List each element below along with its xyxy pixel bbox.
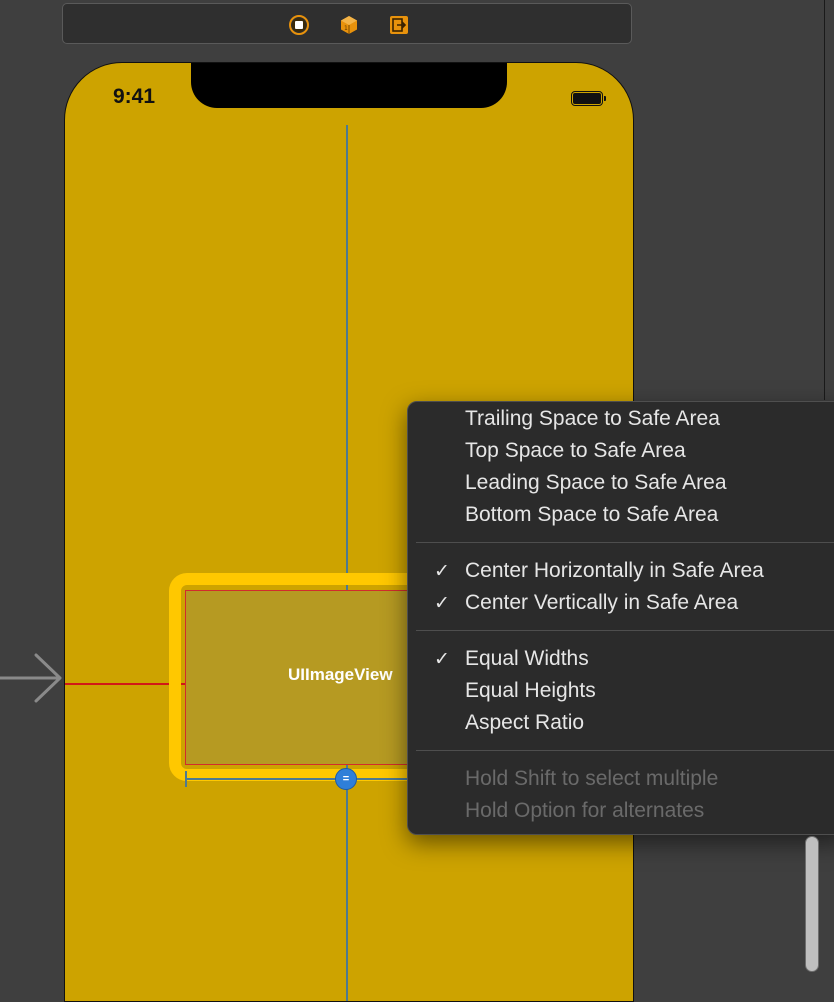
image-view-label: UIImageView	[288, 665, 393, 684]
center-x-guide	[346, 125, 348, 1001]
exit-icon[interactable]	[389, 15, 409, 35]
checkmark-icon: ✓	[434, 648, 450, 670]
entry-point-arrow-icon[interactable]	[0, 650, 66, 706]
device-notch	[191, 63, 507, 108]
equal-constraint-icon[interactable]: =	[335, 768, 357, 790]
menu-item-leading-space[interactable]: Leading Space to Safe Area	[408, 467, 834, 499]
canvas-scrollbar[interactable]	[805, 836, 819, 972]
menu-item-center-vertically[interactable]: ✓ Center Vertically in Safe Area	[408, 587, 834, 619]
checkmark-icon: ✓	[434, 592, 450, 614]
menu-separator	[416, 542, 834, 543]
menu-separator	[416, 750, 834, 751]
first-responder-icon[interactable]: 1	[339, 15, 359, 35]
menu-item-equal-heights[interactable]: Equal Heights	[408, 675, 834, 707]
view-controller-icon[interactable]	[289, 15, 309, 35]
menu-item-center-horizontally[interactable]: ✓ Center Horizontally in Safe Area	[408, 555, 834, 587]
menu-item-trailing-space[interactable]: Trailing Space to Safe Area	[408, 403, 834, 435]
menu-hint-option: Hold Option for alternates	[465, 799, 705, 822]
width-constraint-tick	[185, 771, 187, 787]
menu-item-top-space[interactable]: Top Space to Safe Area	[408, 435, 834, 467]
canvas-divider	[824, 0, 825, 400]
menu-item-equal-widths[interactable]: ✓ Equal Widths	[408, 643, 834, 675]
menu-hint-shift: Hold Shift to select multiple	[465, 767, 719, 790]
menu-item-aspect-ratio[interactable]: Aspect Ratio	[408, 707, 834, 739]
status-time: 9:41	[113, 85, 156, 108]
constraint-context-menu: Trailing Space to Safe Area Top Space to…	[407, 401, 834, 835]
checkmark-icon: ✓	[434, 560, 450, 582]
menu-item-bottom-space[interactable]: Bottom Space to Safe Area	[408, 499, 834, 531]
svg-text:1: 1	[344, 25, 348, 32]
menu-separator	[416, 630, 834, 631]
scene-dock: 1	[62, 3, 632, 44]
battery-icon	[571, 91, 606, 106]
